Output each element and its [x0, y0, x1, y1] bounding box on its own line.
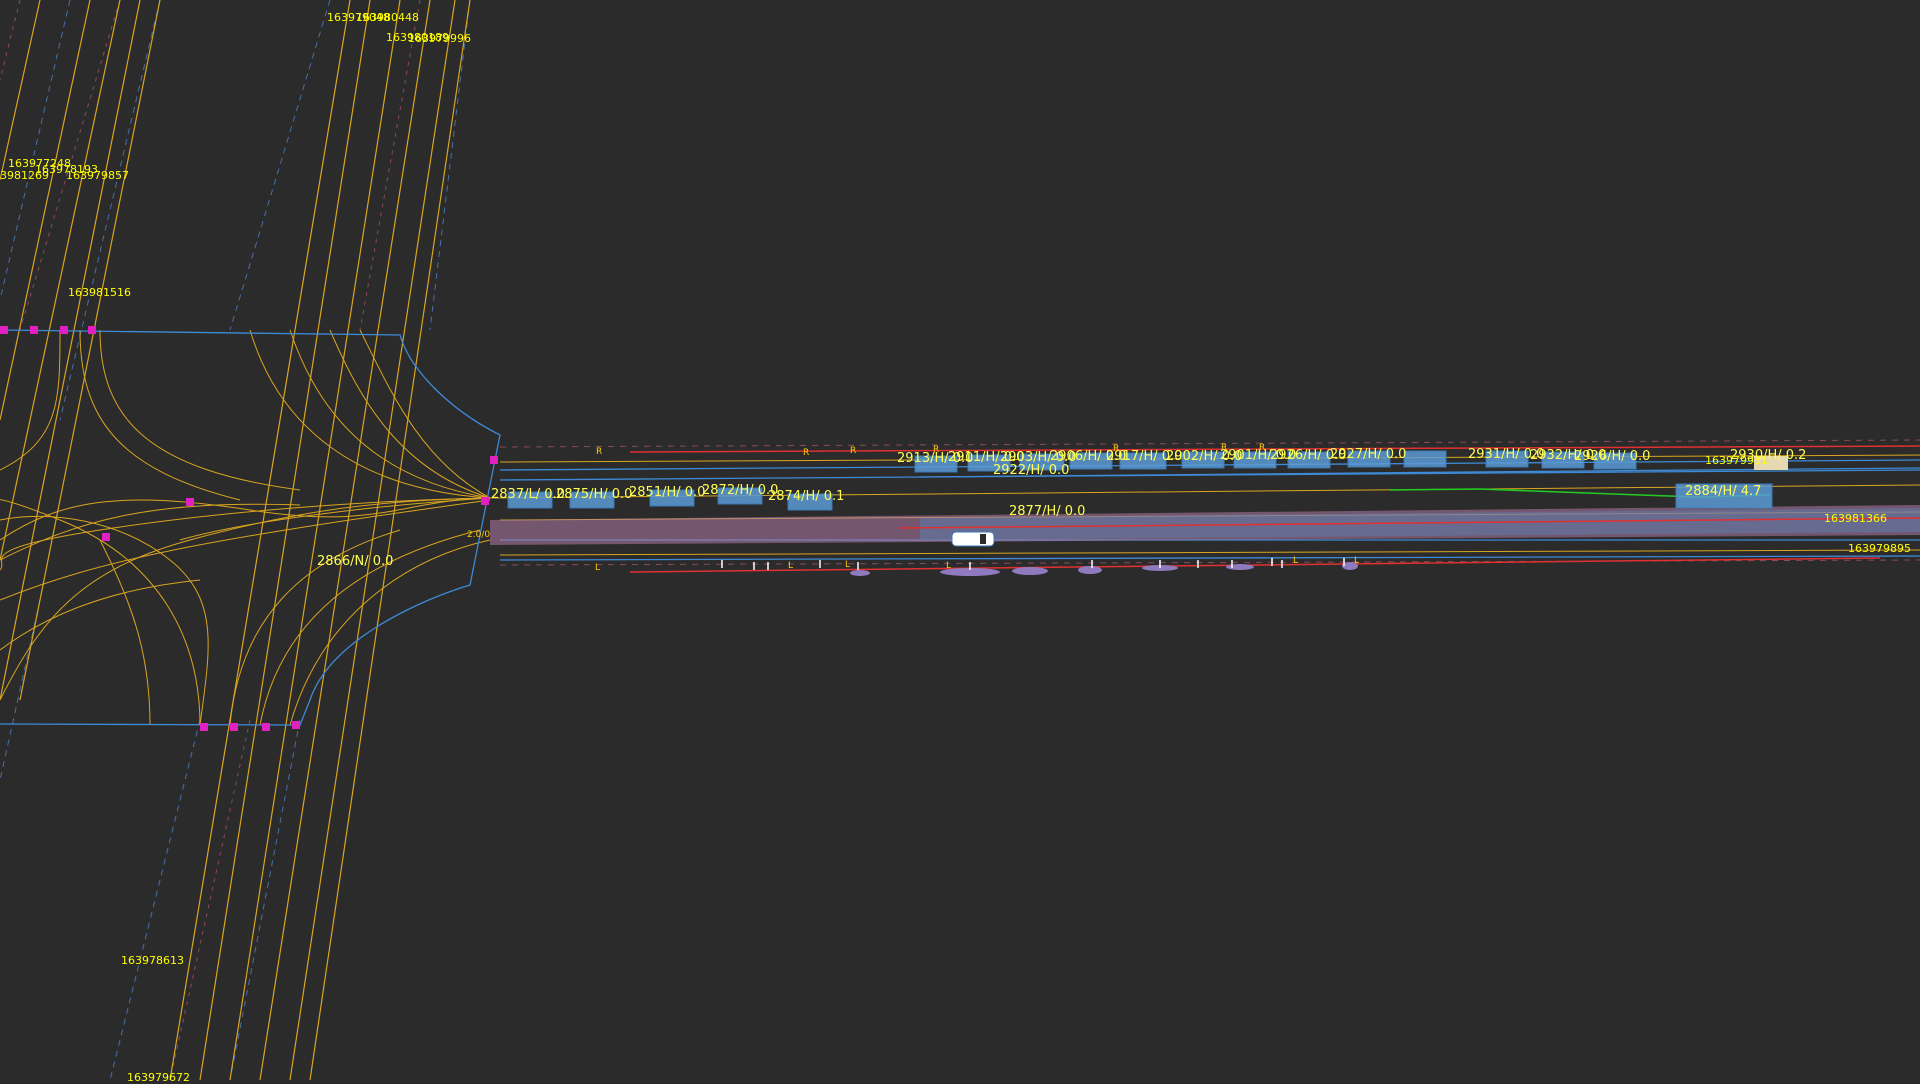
- right-mark: R: [850, 446, 857, 456]
- lane-id-label: 163979996: [408, 32, 471, 45]
- right-mark: R: [596, 447, 603, 457]
- lane-id-label: 163979895: [1848, 542, 1911, 555]
- left-mark: L: [1354, 556, 1360, 566]
- stop-value-mark: 2.0/0: [467, 530, 491, 540]
- lane-id-label: 163978613: [121, 954, 184, 967]
- obstacle-label: 2851/H/ 0.0: [629, 485, 706, 500]
- left-mark: L: [845, 560, 851, 570]
- right-mark: R: [1113, 444, 1120, 454]
- obstacle-label: 2837/L/ 0.0: [491, 487, 565, 502]
- lane-id-label: 163980448: [356, 11, 419, 24]
- ego-vehicle: [951, 531, 995, 547]
- left-mark: L: [595, 563, 601, 573]
- map-viewport[interactable]: [0, 0, 1920, 1080]
- obstacle-label: 2875/H/ 0.0: [556, 487, 633, 502]
- left-mark: L: [946, 561, 952, 571]
- right-mark: R: [1221, 443, 1228, 453]
- obstacle-label: 2874/H/ 0.1: [768, 489, 845, 504]
- obstacle-label: 2926/H/ 0.0: [1574, 449, 1651, 464]
- left-mark: L: [788, 561, 794, 571]
- right-mark: R: [933, 445, 940, 455]
- lane-id-label: 163981269: [0, 169, 49, 182]
- junction-turn-curves: [0, 329, 491, 726]
- left-mark: L: [1293, 556, 1299, 566]
- right-mark: R: [1259, 443, 1266, 453]
- lane-id-label: 163981516: [68, 286, 131, 299]
- obstacle-label: 2872/H/ 0.0: [702, 483, 779, 498]
- obstacle-label: 2922/H/ 0.0: [993, 463, 1070, 478]
- obstacle-label: 2927/H/ 0.0: [1330, 447, 1407, 462]
- right-mark: R: [803, 448, 810, 458]
- obstacle-label: 2930/H/ 0.2: [1730, 448, 1807, 463]
- lane-id-label: 163979857: [66, 169, 129, 182]
- lane-id-label: 163981366: [1824, 512, 1887, 525]
- obstacle-label: 2866/N/ 0.0: [317, 554, 394, 569]
- obstacle-label: 2877/H/ 0.0: [1009, 504, 1086, 519]
- obstacle-label: 2884/H/ 4.7: [1685, 484, 1762, 499]
- lane-id-label: 163979672: [127, 1071, 190, 1084]
